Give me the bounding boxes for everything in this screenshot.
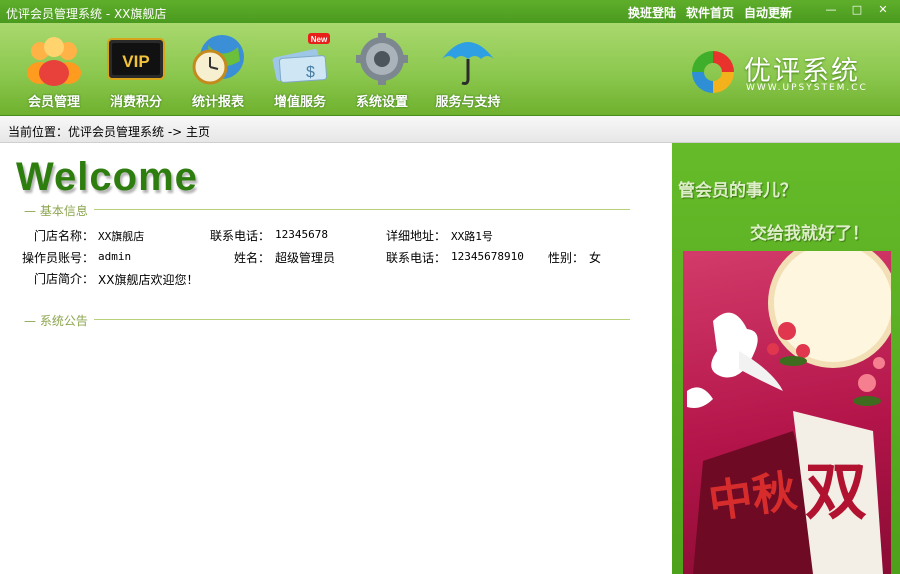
toolbar-label: 增值服务	[273, 95, 326, 110]
basic-info-section: — 基本信息	[24, 202, 630, 219]
slogan-line-2: 交给我就好了！	[750, 224, 869, 244]
name-label: 姓名：	[234, 251, 271, 265]
address-label: 详细地址：	[386, 229, 447, 243]
mid-autumn-banner[interactable]: 中秋 双	[683, 251, 891, 574]
section-divider	[24, 209, 630, 210]
card-money-icon: $ New	[272, 33, 330, 83]
toolbar-label: 统计报表	[191, 95, 244, 110]
maximize-button[interactable]: □	[846, 2, 868, 18]
umbrella-icon	[442, 42, 494, 85]
banner-text-2: 双	[805, 455, 867, 528]
toolbar-item-points[interactable]: VIP 消费积分	[96, 29, 176, 111]
new-badge: New	[311, 35, 328, 44]
software-home-link[interactable]: 软件首页	[686, 4, 734, 21]
gear-icon	[356, 33, 408, 85]
promo-panel: 管会员的事儿？ 交给我就好了！ 中秋 双	[672, 143, 900, 574]
toolbar-item-support[interactable]: 服务与支持	[428, 29, 508, 111]
toolbar-item-reports[interactable]: 统计报表	[178, 29, 258, 111]
close-button[interactable]: ✕	[872, 2, 894, 18]
breadcrumb-path: 优评会员管理系统 -> 主页	[68, 125, 211, 139]
gender-value: 女	[589, 251, 602, 265]
window-title: 优评会员管理系统 - XX旗舰店	[6, 7, 167, 21]
store-name-label: 门店名称：	[34, 229, 95, 243]
notice-section: — 系统公告	[24, 312, 630, 329]
name-value: 超级管理员	[275, 251, 336, 265]
switch-shift-login-link[interactable]: 换班登陆	[628, 4, 676, 21]
operator-label: 操作员账号：	[22, 251, 95, 265]
breadcrumb: 当前位置：优评会员管理系统 -> 主页	[0, 116, 900, 143]
operator-value: admin	[98, 250, 132, 263]
contact-phone-value: 12345678910	[451, 250, 524, 263]
gender-label: 性别：	[548, 251, 585, 265]
breadcrumb-label: 当前位置：	[8, 125, 69, 139]
minimize-button[interactable]: —	[820, 2, 842, 18]
title-bar: 优评会员管理系统 - XX旗舰店 换班登陆 软件首页 自动更新 — □ ✕	[0, 0, 900, 23]
phone-label: 联系电话：	[210, 229, 271, 243]
logo-swirl-icon	[692, 51, 734, 93]
auto-update-link[interactable]: 自动更新	[744, 4, 792, 21]
slogan-line-1: 管会员的事儿？	[678, 181, 797, 201]
window-controls: — □ ✕	[820, 2, 894, 18]
store-name-value: XX旗舰店	[98, 230, 145, 243]
welcome-heading: Welcome	[16, 155, 198, 199]
toolbar-item-value-added[interactable]: $ New 增值服务	[260, 29, 340, 111]
notice-title: — 系统公告	[24, 312, 94, 329]
phone-value: 12345678	[275, 228, 328, 241]
brand-logo: 优评系统 WWW.UPSYSTEM.CC	[688, 47, 878, 99]
toolbar-label: 服务与支持	[435, 95, 501, 110]
intro-value: XX旗舰店欢迎您！	[98, 273, 199, 287]
contact-phone-label: 联系电话：	[386, 251, 447, 265]
vip-icon: VIP	[107, 38, 165, 80]
breadcrumb-text: 当前位置：优评会员管理系统 -> 主页	[8, 123, 210, 140]
toolbar-item-settings[interactable]: 系统设置	[342, 29, 422, 111]
main-panel: Welcome — 基本信息 门店名称： XX旗舰店 联系电话： 1234567…	[0, 143, 672, 574]
logo-url: WWW.UPSYSTEM.CC	[746, 83, 868, 93]
toolbar-item-members[interactable]: 会员管理	[14, 29, 94, 111]
title-links: 换班登陆 软件首页 自动更新	[628, 4, 792, 21]
main-toolbar: 会员管理 VIP 消费积分 统计报表 $ New 增值服务 系统设置 服务与支持…	[0, 23, 900, 116]
toolbar-label: 会员管理	[27, 95, 80, 110]
section-divider	[24, 319, 630, 320]
clock-globe-icon	[192, 35, 244, 85]
toolbar-label: 消费积分	[109, 95, 162, 110]
toolbar-label: 系统设置	[355, 95, 408, 110]
basic-info-title: — 基本信息	[24, 202, 94, 219]
members-icon	[27, 37, 81, 86]
intro-label: 门店简介：	[34, 272, 95, 286]
banner-artwork: 中秋 双	[687, 251, 891, 574]
vip-badge-text: VIP	[122, 52, 149, 71]
address-value: XX路1号	[451, 230, 493, 243]
svg-text:$: $	[306, 64, 315, 81]
